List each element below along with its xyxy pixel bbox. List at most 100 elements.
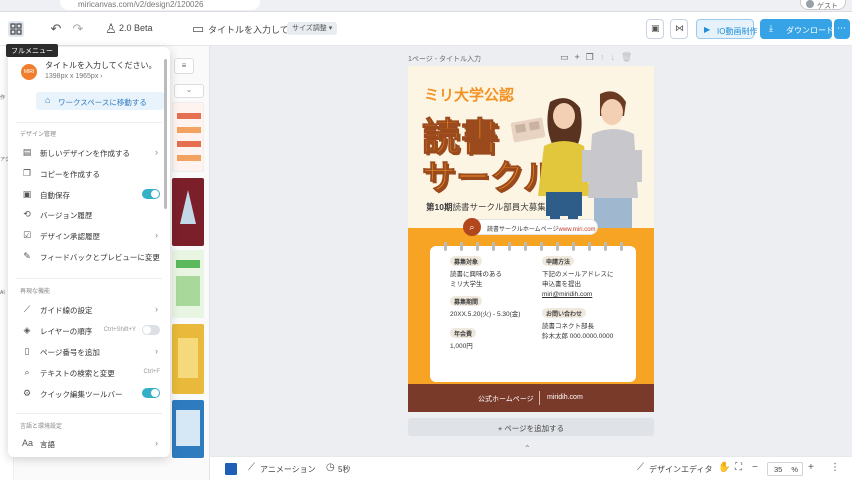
rail-label-3[interactable]: AI bbox=[0, 290, 5, 296]
template-thumb-4[interactable] bbox=[172, 324, 204, 394]
share-button[interactable]: ⋈ bbox=[670, 19, 688, 39]
profile-button[interactable]: ゲスト bbox=[800, 0, 846, 10]
editor-icon: ⟋ bbox=[637, 462, 644, 473]
chevron-right-icon: › bbox=[155, 438, 158, 448]
full-menu-tooltip: フルメニュー bbox=[6, 44, 58, 57]
file-plus-icon: ▤ bbox=[22, 147, 32, 157]
share-icon: ⋈ bbox=[675, 23, 684, 33]
filter-icon[interactable]: ≡ bbox=[174, 58, 194, 74]
menu-item-copy[interactable]: ❐ コピーを作成する bbox=[16, 163, 164, 183]
download-button[interactable]: ⤓ ダウンロード bbox=[760, 19, 834, 39]
menu-item-layer-order[interactable]: ◈ レイヤーの順序 Ctrl+Shift+Y bbox=[16, 320, 164, 340]
gear-icon: ⚙ bbox=[22, 388, 32, 398]
chevron-right-icon: › bbox=[155, 147, 158, 157]
avatar: MIRI bbox=[21, 64, 37, 80]
animation-button[interactable]: アニメーション bbox=[260, 464, 316, 475]
poster-university[interactable]: ミリ大学公認 bbox=[424, 84, 514, 105]
duplicate-icon[interactable]: ❐ bbox=[586, 52, 600, 62]
resize-dropdown[interactable]: サイズ調整 ▾ bbox=[287, 22, 338, 35]
section-features-title: 再現な機能 bbox=[20, 289, 51, 295]
template-thumb-5[interactable] bbox=[172, 400, 204, 458]
menu-item-find-replace[interactable]: ⌕ テキストの検索と変更 Ctrl+F bbox=[16, 362, 164, 382]
fee-line: 1,000円 bbox=[450, 343, 473, 350]
zoom-input[interactable]: 35% bbox=[767, 462, 803, 476]
poster-page[interactable]: ミリ大学公認 読書 サークル 第10期読書サークル部員大募集 ⌕ 読書サークルホ… bbox=[408, 66, 654, 412]
menu-item-version-history[interactable]: ⟲ バージョン履歴 bbox=[16, 204, 164, 224]
students-illustration bbox=[538, 91, 642, 228]
doc-size[interactable]: 1398px x 1965px › bbox=[45, 73, 103, 80]
save-cloud-button[interactable]: ▣ bbox=[646, 19, 664, 39]
template-thumb-1[interactable] bbox=[172, 102, 204, 172]
template-thumb-3[interactable] bbox=[172, 250, 204, 318]
top-toolbar: ↶ ↷ ♙ 2.0 Beta ▭ タイトルを入力してくだ サイズ調整 ▾ ▣ ⋈… bbox=[0, 12, 852, 46]
tag-fee: 年会費 bbox=[450, 328, 477, 338]
workspace-button[interactable]: ⌂ ワークスペースに移動する bbox=[36, 92, 164, 110]
chevron-right-icon: › bbox=[155, 230, 158, 240]
version-label[interactable]: 2.0 Beta bbox=[119, 23, 153, 33]
menu-item-guides[interactable]: ⟋ ガイド線の設定 › bbox=[16, 299, 164, 319]
redo-icon[interactable]: ↷ bbox=[70, 21, 86, 37]
fit-screen-icon[interactable]: ⛶ bbox=[735, 462, 742, 473]
search-icon: ⌕ bbox=[24, 367, 30, 377]
footer-url[interactable]: miridih.com bbox=[547, 394, 583, 401]
copy-icon: ❐ bbox=[22, 168, 32, 178]
menu-item-new-design[interactable]: ▤ 新しいデザインを作成する › bbox=[16, 142, 164, 162]
zoom-in-icon[interactable]: + bbox=[808, 462, 814, 473]
rail-label-1[interactable]: 作 bbox=[0, 94, 5, 101]
language-icon: Aa bbox=[22, 438, 34, 448]
poster-search-bar[interactable]: ⌕ 読書サークルホームページwww.miri.com bbox=[463, 218, 598, 236]
video-button-label: IO動画制作 bbox=[717, 27, 758, 36]
chevron-right-icon: › bbox=[155, 346, 158, 356]
history-icon: ⟲ bbox=[23, 209, 31, 219]
chevron-right-icon: › bbox=[155, 251, 158, 261]
document-icon: ▭ bbox=[191, 21, 205, 36]
add-page-button[interactable]: + ページを追加する bbox=[408, 418, 654, 436]
section-env-title: 言語と環境設定 bbox=[20, 424, 63, 430]
poster-top-section: ミリ大学公認 読書 サークル 第10期読書サークル部員大募集 ⌕ 読書サークルホ… bbox=[408, 66, 654, 236]
animation-icon: ⟋ bbox=[248, 462, 255, 473]
note-icon[interactable]: ▭ bbox=[560, 52, 575, 62]
trash-icon[interactable]: 🗑 bbox=[621, 52, 638, 62]
background-color-swatch[interactable] bbox=[225, 463, 237, 475]
apply-email-link[interactable]: miri@miridih.com bbox=[542, 290, 592, 300]
url-bar[interactable]: miricanvas.com/v2/design2/120026 bbox=[60, 0, 260, 10]
autosave-toggle[interactable] bbox=[142, 189, 160, 199]
add-page-icon[interactable]: + bbox=[575, 52, 586, 62]
footer-homepage-label[interactable]: 公式ホームページ bbox=[478, 394, 534, 404]
poster-info-card[interactable]: 募集対象 読書に興味のある ミリ大学生 募集期間 20XX.5.20(火) - … bbox=[430, 246, 636, 382]
full-menu-icon[interactable] bbox=[8, 21, 24, 37]
zoom-unit: % bbox=[791, 465, 798, 474]
menu-item-feedback[interactable]: ✎ フィードバックとプレビューに変更 › bbox=[16, 246, 164, 266]
tag-period: 募集期間 bbox=[450, 296, 483, 306]
more-icon[interactable]: ⋮ bbox=[830, 462, 840, 473]
menu-item-autosave[interactable]: ▣ 自動保存 bbox=[16, 184, 164, 204]
design-editor-button[interactable]: デザインエディタ bbox=[649, 464, 712, 475]
more-button[interactable]: ⋯ bbox=[834, 19, 850, 39]
menu-item-approval-history[interactable]: ☑ デザイン承認履歴 › bbox=[16, 225, 164, 245]
undo-icon[interactable]: ↶ bbox=[48, 21, 64, 37]
chevron-up-icon[interactable]: ⌃ bbox=[524, 444, 531, 453]
template-dropdown-icon[interactable]: ⌄ bbox=[174, 84, 204, 98]
guide-icon: ⟋ bbox=[23, 304, 31, 314]
zoom-out-icon[interactable]: − bbox=[752, 462, 758, 473]
menu-scrollbar[interactable] bbox=[164, 59, 167, 209]
menu-item-language[interactable]: Aa 言語 › bbox=[16, 433, 164, 453]
shortcut-label: Ctrl+F bbox=[143, 369, 161, 375]
contact-line-2: 鈴木太郎 000.0000.0000 bbox=[542, 333, 614, 340]
move-up-icon[interactable]: ↑ bbox=[600, 52, 611, 62]
period-line: 20XX.5.20(火) - 5.30(金) bbox=[450, 311, 521, 318]
apply-line-1: 下記のメールアドレスに bbox=[542, 271, 614, 278]
approval-icon: ☑ bbox=[22, 230, 32, 240]
hand-icon[interactable]: ✋ bbox=[718, 462, 730, 473]
menu-item-quick-toolbar[interactable]: ⚙ クイック編集ツールバー bbox=[16, 383, 164, 403]
template-thumb-2[interactable] bbox=[172, 178, 204, 246]
menu-item-page-number[interactable]: ▯ ページ番号を追加 › bbox=[16, 341, 164, 361]
page-title[interactable]: 1ページ - タイトル入力 bbox=[408, 54, 481, 64]
move-down-icon[interactable]: ↓ bbox=[610, 52, 621, 62]
quick-toolbar-toggle[interactable] bbox=[142, 388, 160, 398]
doc-title[interactable]: タイトルを入力してください。 bbox=[45, 60, 157, 71]
save-icon: ▣ bbox=[651, 23, 660, 33]
video-button[interactable]: ▶ IO動画制作 bbox=[696, 19, 758, 39]
layer-order-toggle[interactable] bbox=[142, 325, 160, 335]
duration-button[interactable]: 5秒 bbox=[338, 464, 350, 475]
